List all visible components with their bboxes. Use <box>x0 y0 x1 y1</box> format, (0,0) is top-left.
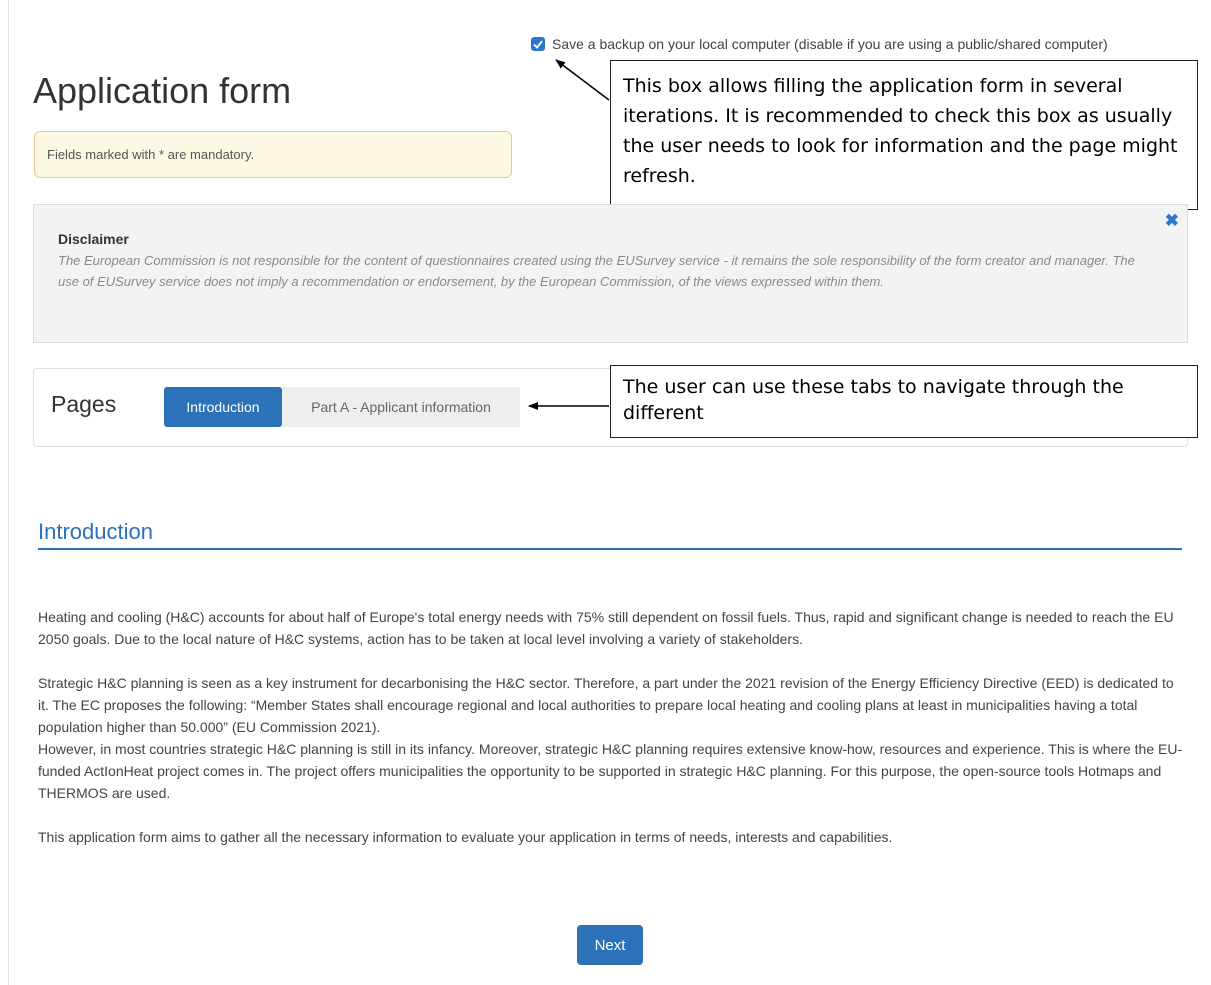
next-button[interactable]: Next <box>577 925 643 965</box>
backup-callout-arrow <box>555 59 610 101</box>
tab-part-a-applicant-information[interactable]: Part A - Applicant information <box>282 387 520 427</box>
page-title: Application form <box>33 70 292 111</box>
introduction-text: Heating and cooling (H&C) accounts for a… <box>38 606 1188 848</box>
disclaimer-box: ✖ Disclaimer The European Commission is … <box>33 204 1188 343</box>
backup-label: Save a backup on your local computer (di… <box>552 36 1108 52</box>
pages-label: Pages <box>51 391 117 417</box>
backup-checkbox[interactable] <box>531 37 545 51</box>
tab-introduction[interactable]: Introduction <box>164 387 282 427</box>
intro-paragraph: However, in most countries strategic H&C… <box>38 741 1183 801</box>
backup-callout: This box allows filling the application … <box>610 60 1198 210</box>
disclaimer-text: The European Commission is not responsib… <box>58 253 1135 289</box>
disclaimer-title: Disclaimer <box>58 231 129 247</box>
checkmark-icon <box>533 40 543 49</box>
section-heading: Introduction <box>38 519 1182 550</box>
intro-paragraph: Strategic H&C planning is seen as a key … <box>38 675 1174 735</box>
backup-option[interactable]: Save a backup on your local computer (di… <box>531 36 1108 52</box>
tabs-callout: The user can use these tabs to navigate … <box>610 365 1198 438</box>
page-left-border <box>8 0 9 985</box>
intro-paragraph: Heating and cooling (H&C) accounts for a… <box>38 609 1174 647</box>
close-icon[interactable]: ✖ <box>1165 211 1179 231</box>
intro-paragraph: This application form aims to gather all… <box>38 829 893 845</box>
mandatory-fields-notice: Fields marked with * are mandatory. <box>34 131 512 178</box>
